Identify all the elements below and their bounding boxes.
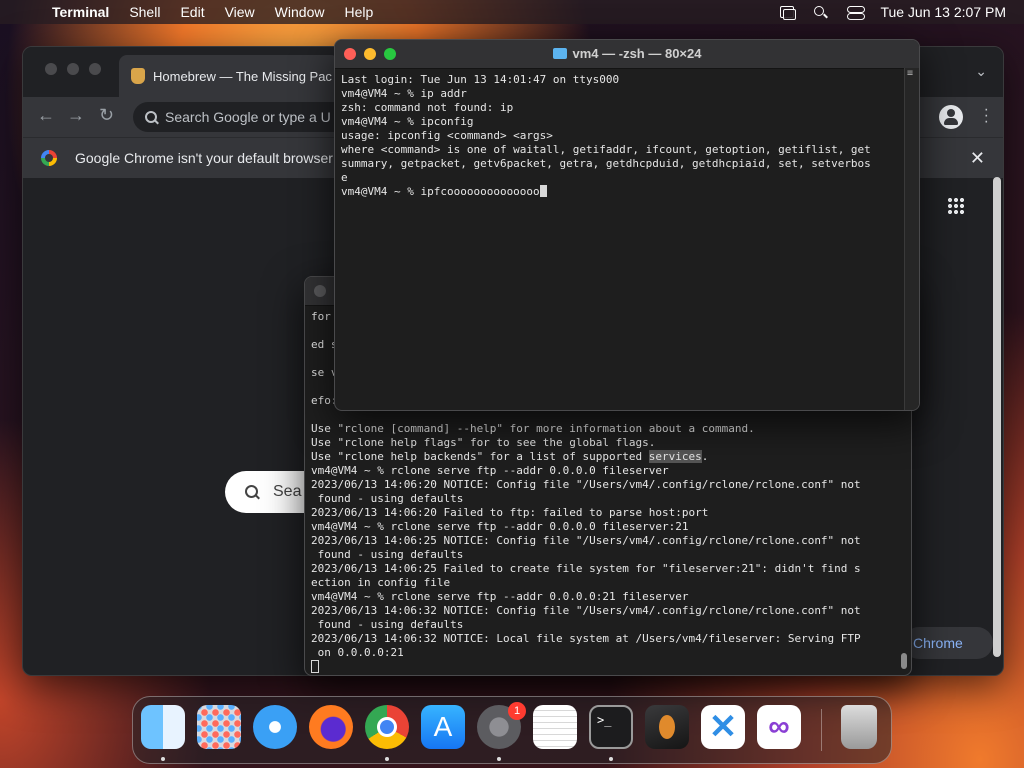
garageband-icon[interactable]: [645, 705, 689, 749]
terminal-back-close-button[interactable]: [314, 285, 326, 297]
chrome-tab-title: Homebrew — The Missing Pac: [153, 68, 332, 84]
log-line: 2023/06/13 14:06:25 NOTICE: Config file …: [311, 534, 861, 547]
firefox-icon[interactable]: [309, 705, 353, 749]
menu-help[interactable]: Help: [344, 4, 373, 20]
output-line: e: [341, 171, 348, 184]
menu-clock[interactable]: Tue Jun 13 2:07 PM: [880, 4, 1006, 20]
help-line: Use "rclone [command] --help" for more i…: [311, 422, 755, 435]
log-line: vm4@VM4 ~ % rclone serve ftp --addr 0.0.…: [311, 590, 689, 603]
finder-icon[interactable]: [141, 705, 185, 749]
menu-view[interactable]: View: [225, 4, 255, 20]
infobar-close-icon[interactable]: ✕: [970, 148, 985, 169]
terminal-front-titlebar[interactable]: vm4 — -zsh — 80×24: [335, 40, 919, 69]
help-line: Use "rclone help backends" for a list of…: [311, 450, 649, 463]
chrome-logo-icon: [41, 150, 57, 166]
terminal-cursor: [539, 185, 547, 197]
reload-icon[interactable]: ↻: [99, 105, 114, 126]
app-store-icon[interactable]: A: [421, 705, 465, 749]
output-line: zsh: command not found: ip: [341, 101, 514, 114]
infobar-text: Google Chrome isn't your default browser: [75, 150, 333, 166]
back-arrow-icon[interactable]: ←: [37, 105, 55, 126]
omnibox[interactable]: Search Google or type a U: [133, 102, 353, 132]
profile-avatar-icon[interactable]: [939, 105, 963, 129]
chrome-tab[interactable]: Homebrew — The Missing Pac: [119, 55, 339, 97]
settings-badge: 1: [508, 702, 526, 720]
tab-search-chevron-icon[interactable]: ⌄: [975, 63, 987, 80]
visual-studio-icon[interactable]: ∞: [757, 705, 801, 749]
menu-window[interactable]: Window: [275, 4, 325, 20]
log-line: 2023/06/13 14:06:32 NOTICE: Config file …: [311, 604, 861, 617]
safari-icon[interactable]: [253, 705, 297, 749]
folder-icon: [552, 48, 567, 59]
chrome-zoom-button[interactable]: [89, 63, 101, 75]
output-line: where <command> is one of waitall, getif…: [341, 143, 871, 156]
menu-extras: Tue Jun 13 2:07 PM: [778, 0, 1006, 24]
terminal-icon[interactable]: >_: [589, 705, 633, 749]
chrome-minimize-button[interactable]: [67, 63, 79, 75]
control-center-icon[interactable]: [846, 5, 866, 20]
log-line: ection in config file: [311, 576, 451, 589]
homebrew-favicon-icon: [131, 68, 145, 84]
terminal-back-window-controls: [314, 285, 326, 297]
menu-app-name[interactable]: Terminal: [52, 4, 109, 20]
chrome-scrollbar[interactable]: [993, 177, 1001, 657]
output-line: summary, getpacket, getv6packet, getra, …: [341, 157, 871, 170]
dock-separator: [821, 709, 822, 751]
trash-icon[interactable]: [841, 705, 877, 749]
log-line: vm4@VM4 ~ % rclone serve ftp --addr 0.0.…: [311, 520, 689, 533]
settings-running-dot: [497, 757, 501, 761]
textedit-icon[interactable]: [533, 705, 577, 749]
terminal-front-scrollbar[interactable]: [904, 68, 919, 410]
output-line: Last login: Tue Jun 13 14:01:47 on ttys0…: [341, 73, 620, 86]
google-apps-icon[interactable]: [947, 197, 965, 215]
chrome-pill-button[interactable]: Chrome: [903, 627, 993, 659]
terminal-front-title: vm4 — -zsh — 80×24: [572, 46, 702, 61]
log-line: 2023/06/13 14:06:32 NOTICE: Local file s…: [311, 632, 861, 645]
menu-shell[interactable]: Shell: [129, 4, 160, 20]
log-line: vm4@VM4 ~ % rclone serve ftp --addr 0.0.…: [311, 464, 669, 477]
omnibox-placeholder: Search Google or type a U: [165, 109, 331, 125]
chrome-close-button[interactable]: [45, 63, 57, 75]
forward-arrow-icon[interactable]: →: [67, 105, 85, 126]
highlighted-word: services: [648, 450, 702, 463]
chrome-icon[interactable]: [365, 705, 409, 749]
terminal-front-output[interactable]: Last login: Tue Jun 13 14:01:47 on ttys0…: [335, 69, 919, 203]
guitar-body-icon: [659, 715, 675, 739]
spotlight-icon[interactable]: [812, 5, 830, 19]
help-line: Use "rclone help flags" for to see the g…: [311, 436, 656, 449]
log-line: found - using defaults: [311, 492, 464, 505]
chrome-pill-label: Chrome: [913, 635, 963, 651]
log-line: 2023/06/13 14:06:20 Failed to ftp: faile…: [311, 506, 709, 519]
menu-edit[interactable]: Edit: [180, 4, 204, 20]
log-line: found - using defaults: [311, 618, 464, 631]
dock: A 1 >_ ✕ ∞: [132, 696, 892, 764]
output-line: usage: ipconfig <command> <args>: [341, 129, 553, 142]
chrome-running-dot: [385, 757, 389, 761]
terminal-back-cursor: [311, 660, 319, 673]
terminal-window-front[interactable]: vm4 — -zsh — 80×24 Last login: Tue Jun 1…: [334, 39, 920, 411]
log-line: 2023/06/13 14:06:25 Failed to create fil…: [311, 562, 861, 575]
search-icon: [245, 485, 259, 499]
chrome-icon-center: [377, 717, 397, 737]
screen-mirroring-icon[interactable]: [778, 5, 797, 20]
launchpad-icon[interactable]: [197, 705, 241, 749]
google-search-text: Sea: [273, 483, 302, 500]
search-icon: [145, 111, 157, 123]
menu-bar: Terminal Shell Edit View Window Help Tue…: [0, 0, 1024, 24]
chrome-menu-icon[interactable]: · · ·: [984, 102, 989, 130]
finder-running-dot: [161, 757, 165, 761]
current-prompt: vm4@VM4 ~ % ipfcoooooooooooooo: [341, 185, 540, 198]
output-line: vm4@VM4 ~ % ipconfig: [341, 115, 474, 128]
chrome-window-controls: [45, 63, 101, 75]
terminal-running-dot: [609, 757, 613, 761]
help-line-end: .: [701, 450, 709, 463]
log-line: found - using defaults: [311, 548, 464, 561]
partial-line: for: [311, 310, 331, 323]
log-line: 2023/06/13 14:06:20 NOTICE: Config file …: [311, 478, 861, 491]
vscode-icon[interactable]: ✕: [701, 705, 745, 749]
terminal-back-scrollbar[interactable]: [901, 653, 907, 669]
log-line: on 0.0.0.0:21: [311, 646, 404, 659]
terminal-front-title-wrap: vm4 — -zsh — 80×24: [335, 46, 919, 61]
output-line: vm4@VM4 ~ % ip addr: [341, 87, 467, 100]
